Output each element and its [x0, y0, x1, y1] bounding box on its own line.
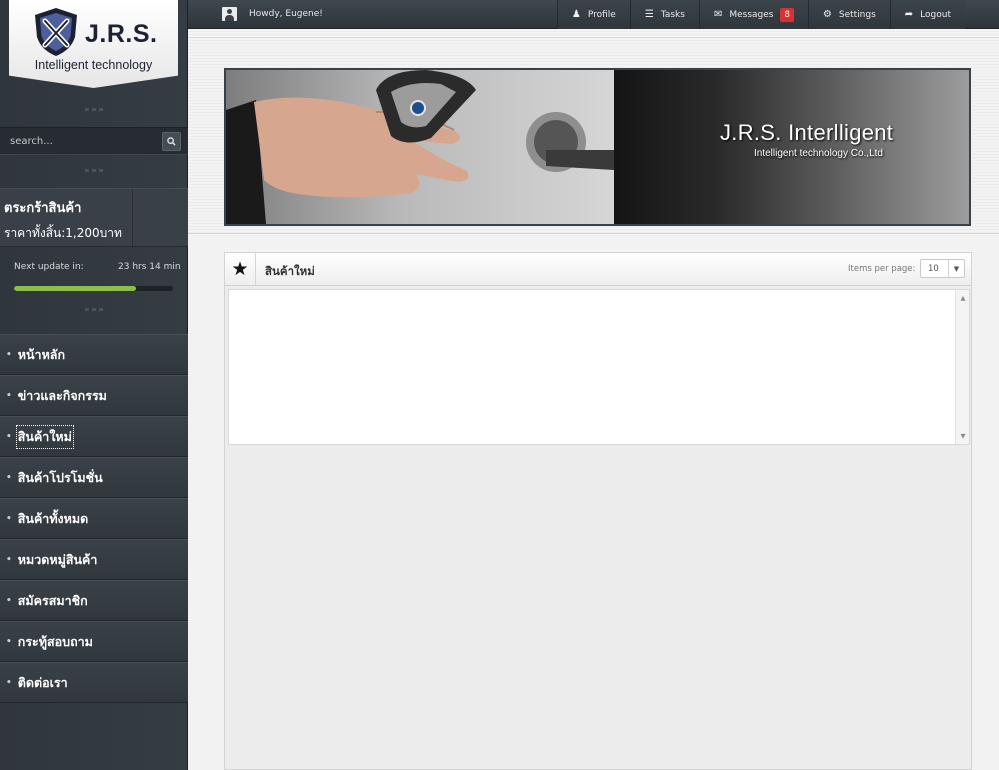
chat-icon: ✉ — [713, 9, 723, 20]
greeting: Howdy, Eugene! — [249, 9, 323, 19]
divider-grip — [0, 165, 188, 175]
logout-label: Logout — [920, 9, 951, 20]
gear-icon: ⚙ — [822, 9, 832, 20]
bullet-icon: • — [6, 595, 12, 606]
banner-photo-right — [614, 70, 969, 224]
hand-keyfob-illustration — [226, 70, 614, 224]
list-icon: ☰ — [644, 9, 654, 20]
bullet-icon: • — [6, 554, 12, 565]
top-nav: ♟ Profile ☰ Tasks ✉ Messages 8 ⚙ Setting… — [556, 0, 965, 29]
sidebar-item-label: สินค้าทั้งหมด — [17, 510, 89, 526]
sidebar-item-news[interactable]: • ข่าวและกิจกรรม — [0, 375, 188, 416]
top-bar: Howdy, Eugene! ♟ Profile ☰ Tasks ✉ Messa… — [188, 0, 999, 29]
sidebar-item-home[interactable]: • หน้าหลัก — [0, 334, 188, 375]
cart-total: ราคาทั้งสิ้น:1,200บาท — [4, 226, 122, 240]
sidebar-item-categories[interactable]: • หมวดหมู่สินค้า — [0, 539, 188, 580]
sidebar-item-register[interactable]: • สมัครสมาชิก — [0, 580, 188, 621]
bullet-icon: • — [6, 636, 12, 647]
sidebar-item-label: หมวดหมู่สินค้า — [17, 551, 98, 567]
search-icon — [167, 137, 176, 146]
star-icon: ★ — [225, 253, 256, 285]
sidebar-item-label: สินค้าใหม่ — [15, 424, 74, 449]
cart-title: ตระกร้าสินค้า — [4, 201, 82, 216]
sidebar-item-label: ข่าวและกิจกรรม — [17, 387, 107, 403]
user-icon: ♟ — [571, 9, 581, 20]
sidebar-item-label: ติดต่อเรา — [17, 674, 68, 690]
bullet-icon: • — [6, 677, 12, 688]
new-products-panel: ★ สินค้าใหม่ Items per page: 10 ▼ ▲ ▼ — [224, 252, 972, 770]
sidebar-item-label: สมัครสมาชิก — [17, 592, 88, 608]
logo[interactable]: J.R.S. Intelligent technology — [9, 0, 178, 88]
settings-label: Settings — [838, 9, 876, 20]
messages-count-badge: 8 — [780, 7, 794, 22]
next-update-label: Next update in: — [14, 262, 84, 272]
panel-scrollbar[interactable]: ▲ ▼ — [955, 290, 969, 444]
sidebar-item-all-products[interactable]: • สินค้าทั้งหมด — [0, 498, 188, 539]
logo-tagline: Intelligent technology — [34, 58, 153, 72]
chevron-down-icon: ▼ — [948, 260, 964, 277]
bullet-icon: • — [6, 472, 12, 483]
shield-logo-icon — [35, 8, 77, 56]
tasks-button[interactable]: ☰ Tasks — [629, 0, 699, 29]
divider-grip — [0, 104, 188, 114]
sidebar-item-label: สินค้าโปรโมชั่น — [17, 469, 103, 485]
sidebar-nav: • หน้าหลัก • ข่าวและกิจกรรม • สินค้าใหม่ • สินค… — [0, 334, 188, 703]
messages-label: Messages — [729, 9, 774, 20]
panel-title: สินค้าใหม่ — [265, 264, 315, 278]
messages-button[interactable]: ✉ Messages 8 — [698, 0, 808, 29]
update-progress-bar — [14, 286, 173, 291]
sidebar-item-forum[interactable]: • กระทู้สอบถาม — [0, 621, 188, 662]
profile-button[interactable]: ♟ Profile — [556, 0, 630, 29]
user-icon — [222, 7, 237, 21]
bullet-icon: • — [6, 431, 12, 442]
sidebar-item-label: กระทู้สอบถาม — [17, 633, 93, 649]
panel-header: ★ สินค้าใหม่ Items per page: 10 ▼ — [225, 253, 971, 286]
scroll-up-icon[interactable]: ▲ — [956, 292, 970, 304]
search-button[interactable] — [162, 132, 181, 151]
logo-name: J.R.S. — [85, 20, 158, 48]
logout-arrow-icon: ➦ — [904, 9, 914, 20]
sidebar: J.R.S. Intelligent technology ตระกร้าสิน… — [0, 0, 188, 770]
banner-photo-left — [226, 70, 614, 224]
tasks-label: Tasks — [660, 9, 685, 20]
update-progress-fill — [14, 286, 137, 291]
bullet-icon: • — [6, 349, 12, 360]
items-per-page-label: Items per page: — [848, 264, 916, 274]
panel-content: ▲ ▼ — [228, 289, 970, 445]
search-input[interactable] — [4, 131, 156, 152]
items-per-page-select[interactable]: 10 ▼ — [920, 259, 965, 278]
search-box — [0, 127, 188, 155]
settings-button[interactable]: ⚙ Settings — [807, 0, 890, 29]
items-per-page-value: 10 — [928, 264, 939, 274]
bullet-icon: • — [6, 513, 12, 524]
divider-grip — [0, 304, 188, 314]
sidebar-item-label: หน้าหลัก — [17, 346, 66, 362]
next-update-time: 23 hrs 14 min — [118, 262, 181, 272]
cart-summary[interactable]: ตระกร้าสินค้า ราคาทั้งสิ้น:1,200บาท — [0, 188, 188, 248]
banner-subtitle: Intelligent technology Co.,Ltd — [754, 148, 883, 159]
logout-button[interactable]: ➦ Logout — [889, 0, 965, 29]
sidebar-item-promotions[interactable]: • สินค้าโปรโมชั่น — [0, 457, 188, 498]
banner-image: J.R.S. Interlligent Intelligent technolo… — [224, 68, 971, 226]
sidebar-item-contact[interactable]: • ติดต่อเรา — [0, 662, 188, 703]
profile-label: Profile — [587, 9, 616, 20]
sidebar-item-new-products[interactable]: • สินค้าใหม่ — [0, 416, 188, 457]
scroll-down-icon[interactable]: ▼ — [956, 430, 970, 442]
banner-title: J.R.S. Interlligent — [720, 120, 894, 145]
bullet-icon: • — [6, 390, 12, 401]
